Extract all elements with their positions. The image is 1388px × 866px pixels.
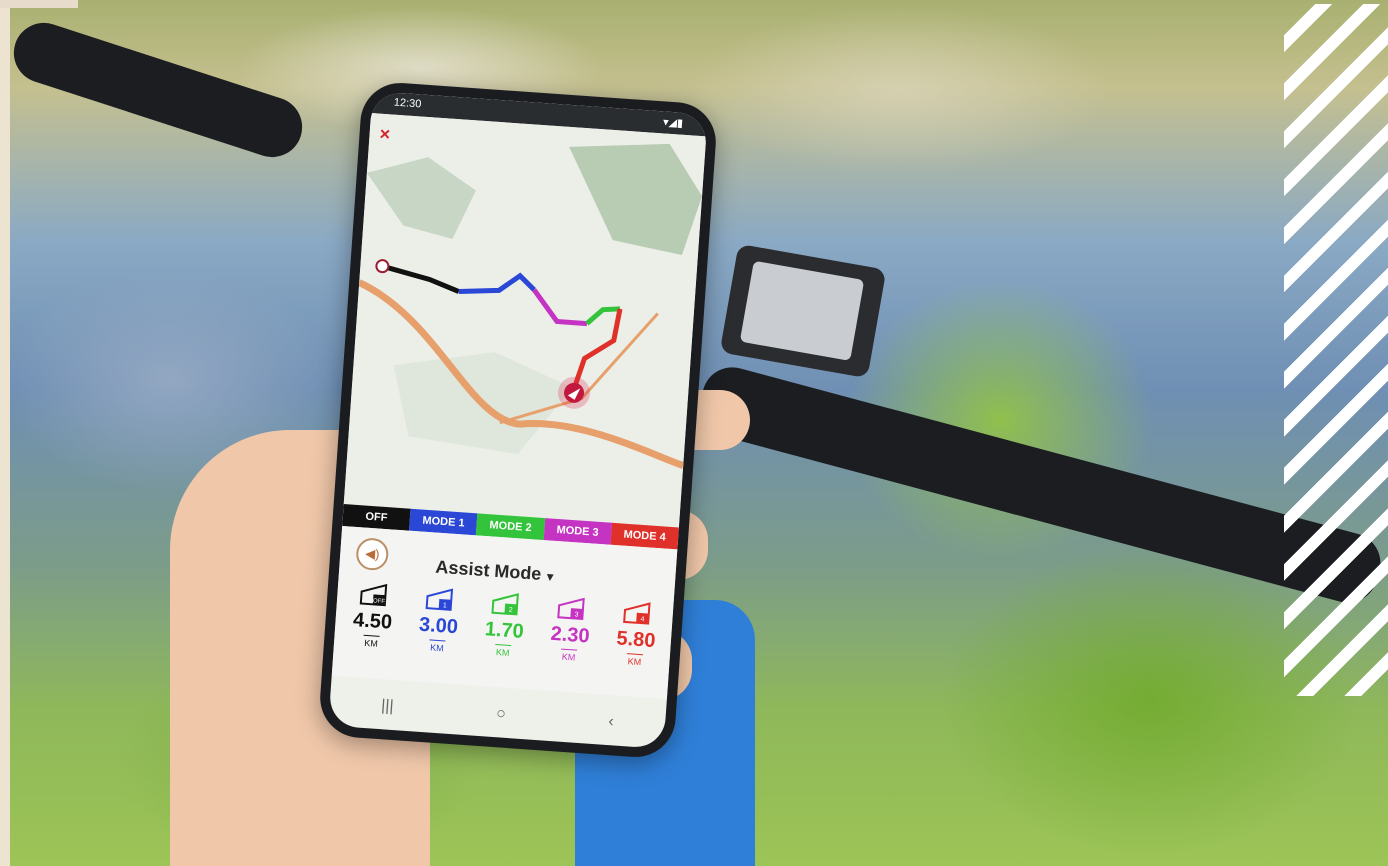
- assist-level-1-icon: 1: [425, 588, 454, 611]
- mode-1-stat: 1 3.00 KM: [406, 585, 470, 679]
- mode-off-stat: OFF 4.50 KM: [340, 580, 404, 674]
- legend-label: OFF: [365, 510, 388, 525]
- distance-unit: KM: [429, 642, 444, 654]
- handlebar-right: [692, 360, 1388, 610]
- mode-distance-value: 4.50: [352, 609, 393, 634]
- page-left-border: [0, 0, 10, 866]
- home-button[interactable]: ○: [496, 705, 507, 724]
- legend-label: MODE 3: [556, 523, 600, 539]
- level-badge: 2: [509, 607, 513, 614]
- mode-distance-value: 5.80: [615, 627, 657, 653]
- route-start-marker: [375, 259, 390, 274]
- assist-level-off-icon: OFF: [359, 583, 388, 607]
- mode-3-stat: 3 2.30 KM: [538, 594, 602, 688]
- recents-button[interactable]: |||: [380, 697, 395, 716]
- mode-4-stat: 4 5.80 KM: [603, 599, 667, 693]
- route-segment-off: [381, 263, 460, 294]
- level-badge: OFF: [373, 598, 386, 605]
- photo-background: 12:30 ▾◢▮ × OFF MODE 1 MODE 2 MODE 3 MOD…: [0, 0, 1388, 866]
- distance-unit: KM: [627, 656, 642, 668]
- bike-computer: [719, 243, 887, 379]
- page-corner-tab: [0, 0, 78, 8]
- distance-unit: KM: [561, 651, 576, 663]
- mode-2-stat: 2 1.70 KM: [472, 590, 536, 684]
- status-icons: ▾◢▮: [662, 116, 684, 130]
- status-time: 12:30: [393, 96, 422, 111]
- legend-label: MODE 4: [623, 528, 667, 544]
- route-segment-mode-3: [532, 288, 588, 327]
- assist-mode-title: Assist Mode: [434, 556, 543, 584]
- route-segment-mode-4: [572, 308, 623, 389]
- mode-distance-list: OFF 4.50 KM 1 3.00 KM 2 1.70 KM 3 2.30 K…: [340, 580, 667, 692]
- legend-label: MODE 2: [489, 519, 532, 535]
- level-badge: 1: [443, 602, 447, 609]
- terrain-area: [569, 143, 703, 256]
- mode-distance-value: 2.30: [549, 622, 591, 648]
- assist-mode-dropdown[interactable]: Assist Mode ▾: [435, 557, 554, 586]
- level-badge: 4: [640, 616, 644, 623]
- mode-distance-value: 3.00: [418, 613, 459, 639]
- handlebar-left: [6, 15, 310, 165]
- mode-distance-value: 1.70: [484, 618, 525, 643]
- close-icon[interactable]: ×: [379, 124, 391, 146]
- terrain-area: [366, 157, 476, 239]
- assist-level-3-icon: 3: [557, 597, 585, 621]
- route-segment-mode-1: [458, 272, 536, 295]
- distance-unit: KM: [495, 647, 510, 658]
- map-canvas: [357, 143, 703, 469]
- level-badge: 3: [574, 611, 578, 618]
- distance-unit: KM: [363, 637, 379, 649]
- assist-level-2-icon: 2: [491, 593, 519, 616]
- chevron-down-icon: ▾: [546, 569, 554, 584]
- phone-screen: 12:30 ▾◢▮ × OFF MODE 1 MODE 2 MODE 3 MOD…: [328, 91, 708, 749]
- assist-panel: ◀) Assist Mode ▾ OFF 4.50 KM 1 3.00 KM 2…: [331, 525, 678, 700]
- decorative-stripes: [1284, 4, 1388, 696]
- assist-level-4-icon: 4: [623, 602, 651, 625]
- legend-label: MODE 1: [422, 514, 465, 530]
- route-map[interactable]: ×: [343, 113, 707, 528]
- speaker-icon[interactable]: ◀): [355, 537, 390, 572]
- smartphone: 12:30 ▾◢▮ × OFF MODE 1 MODE 2 MODE 3 MOD…: [317, 80, 719, 760]
- back-button[interactable]: ‹: [608, 713, 615, 731]
